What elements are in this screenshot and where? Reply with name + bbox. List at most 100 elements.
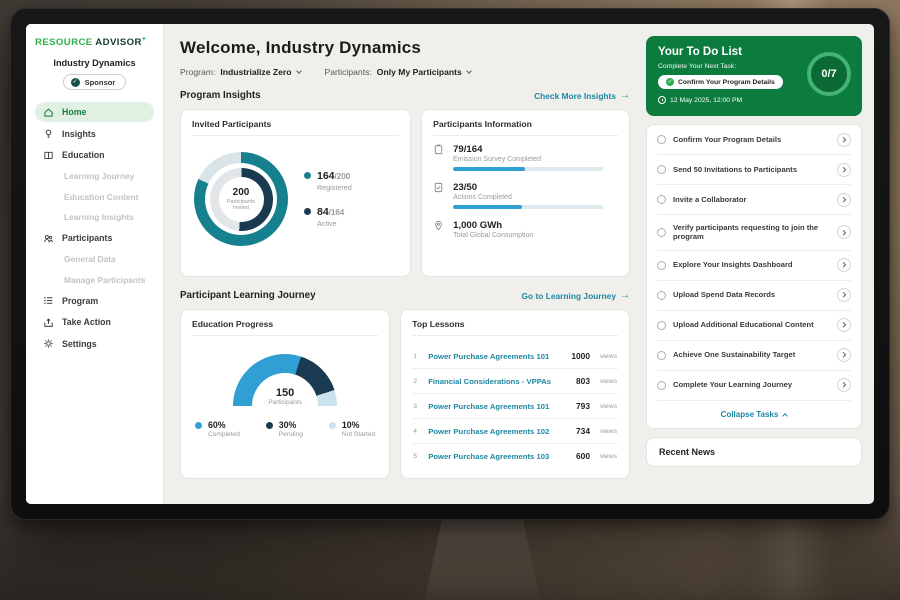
task-checkbox[interactable] — [657, 381, 666, 390]
recent-news-card: Recent News — [646, 437, 862, 467]
chevron-right-icon[interactable] — [837, 378, 851, 392]
lesson-link[interactable]: Power Purchase Agreements 101 — [428, 352, 564, 361]
arrow-right-icon — [620, 90, 630, 101]
info-row-consumption: 1,000 GWh Total Global Consumption — [433, 220, 618, 239]
top-lessons-card: Top Lessons 1 Power Purchase Agreements … — [400, 309, 630, 479]
participants-filter-label: Participants: — [325, 67, 372, 77]
task-checkbox[interactable] — [657, 195, 666, 204]
actions-progress-bar — [453, 205, 603, 209]
task-checkbox[interactable] — [657, 351, 666, 360]
sponsor-badge[interactable]: Sponsor — [63, 74, 127, 90]
chevron-right-icon[interactable] — [837, 225, 851, 239]
education-gauge-chart: 150 Participants — [233, 354, 337, 406]
chevron-right-icon[interactable] — [837, 163, 851, 177]
sponsor-icon — [71, 78, 80, 87]
clock-icon — [658, 96, 666, 104]
program-insights-cards: Invited Participants 200 Participants In… — [180, 109, 630, 277]
gear-icon — [43, 338, 54, 349]
sidebar-item-insights[interactable]: Insights — [35, 124, 154, 144]
task-checkbox[interactable] — [657, 291, 666, 300]
next-task-datetime: 12 May 2025, 12:00 PM — [658, 96, 850, 104]
lesson-link[interactable]: Power Purchase Agreements 102 — [428, 427, 569, 436]
chevron-right-icon[interactable] — [837, 193, 851, 207]
task-row[interactable]: Invite a Collaborator — [657, 185, 851, 215]
card-title: Top Lessons — [412, 319, 618, 336]
participants-filter-dropdown[interactable]: Participants: Only My Participants — [325, 67, 471, 77]
sidebar-item-learning-insights[interactable]: Learning Insights — [35, 208, 154, 227]
legend-dot-completed — [195, 422, 202, 429]
chevron-right-icon[interactable] — [837, 288, 851, 302]
task-row[interactable]: Upload Additional Educational Content — [657, 311, 851, 341]
task-row[interactable]: Upload Spend Data Records — [657, 281, 851, 311]
next-task-pill[interactable]: Confirm Your Program Details — [658, 75, 783, 89]
filters-row: Program: Industrialize Zero Participants… — [180, 67, 630, 77]
lesson-row: 3 Power Purchase Agreements 101 793views — [412, 394, 618, 419]
education-gauge-center: 150 Participants — [233, 387, 337, 406]
task-row[interactable]: Complete Your Learning Journey — [657, 371, 851, 401]
lesson-link[interactable]: Power Purchase Agreements 101 — [428, 402, 569, 411]
participants-information-card: Participants Information 79/164 Emission… — [421, 109, 630, 277]
chevron-right-icon[interactable] — [837, 133, 851, 147]
app-logo: RESOURCE ADVISOR+ — [35, 36, 154, 48]
task-checkbox[interactable] — [657, 165, 666, 174]
todo-progress-ring: 0/7 — [807, 52, 851, 96]
task-list: Confirm Your Program Details Send 50 Inv… — [646, 124, 862, 429]
lesson-link[interactable]: Financial Considerations - VPPAs — [428, 377, 569, 386]
invited-participants-card: Invited Participants 200 Participants In… — [180, 109, 411, 277]
todo-card: Your To Do List Complete Your Next Task:… — [646, 36, 862, 116]
legend-registered: 164/200 Registered — [304, 170, 352, 192]
sidebar-item-participants[interactable]: Participants — [35, 228, 154, 248]
program-filter-label: Program: — [180, 67, 215, 77]
task-row[interactable]: Send 50 Invitations to Participants — [657, 155, 851, 185]
card-title: Participants Information — [433, 119, 618, 136]
chevron-right-icon[interactable] — [837, 348, 851, 362]
sidebar-item-manage-participants[interactable]: Manage Participants — [35, 270, 154, 289]
task-checkbox[interactable] — [657, 321, 666, 330]
actions-icon — [433, 182, 444, 193]
program-filter-value: Industrialize Zero — [220, 67, 291, 77]
go-to-learning-journey-link[interactable]: Go to Learning Journey — [522, 290, 630, 301]
arrow-right-icon — [620, 290, 630, 301]
logo-advisor: ADVISOR — [95, 37, 142, 48]
task-row[interactable]: Achieve One Sustainability Target — [657, 341, 851, 371]
monitor-bezel: RESOURCE ADVISOR+ Industry Dynamics Spon… — [10, 8, 890, 520]
task-row[interactable]: Explore Your Insights Dashboard — [657, 251, 851, 281]
lesson-link[interactable]: Power Purchase Agreements 103 — [428, 452, 569, 461]
task-checkbox[interactable] — [657, 135, 666, 144]
lesson-row: 4 Power Purchase Agreements 102 734views — [412, 419, 618, 444]
chevron-right-icon[interactable] — [837, 318, 851, 332]
collapse-tasks-button[interactable]: Collapse Tasks — [657, 401, 851, 428]
task-checkbox[interactable] — [657, 261, 666, 270]
sidebar-item-education[interactable]: Education — [35, 145, 154, 165]
education-progress-card: Education Progress 150 Participants — [180, 309, 390, 479]
sidebar-item-home[interactable]: Home — [35, 102, 154, 122]
task-row[interactable]: Confirm Your Program Details — [657, 125, 851, 155]
dashboard-screen: RESOURCE ADVISOR+ Industry Dynamics Spon… — [26, 24, 874, 504]
chevron-right-icon[interactable] — [837, 258, 851, 272]
legend-pending: 30% Pending — [266, 420, 303, 438]
sidebar-item-take-action[interactable]: Take Action — [35, 312, 154, 332]
task-checkbox[interactable] — [657, 228, 666, 237]
sidebar-item-settings[interactable]: Settings — [35, 334, 154, 354]
learning-journey-cards: Education Progress 150 Participants — [180, 309, 630, 479]
invited-donut-center: 200 Participants Invited — [219, 177, 264, 222]
lightbulb-icon — [43, 128, 54, 139]
sidebar-item-education-content[interactable]: Education Content — [35, 187, 154, 206]
lesson-row: 5 Power Purchase Agreements 103 600views — [412, 444, 618, 468]
lesson-row: 2 Financial Considerations - VPPAs 803vi… — [412, 369, 618, 394]
task-row[interactable]: Verify participants requesting to join t… — [657, 215, 851, 251]
lesson-row: 1 Power Purchase Agreements 101 1000view… — [412, 344, 618, 369]
sidebar: RESOURCE ADVISOR+ Industry Dynamics Spon… — [26, 24, 164, 504]
education-legend: 60% Completed 30% Pending — [192, 420, 378, 438]
check-more-insights-link[interactable]: Check More Insights — [534, 90, 630, 101]
consumption-pin-icon — [433, 220, 444, 231]
sidebar-nav: Home Insights Education Learning Journey — [35, 102, 154, 355]
sidebar-item-program[interactable]: Program — [35, 291, 154, 311]
org-name: Industry Dynamics — [35, 58, 154, 68]
sidebar-item-learning-journey[interactable]: Learning Journey — [35, 167, 154, 186]
legend-not-started: 10% Not Started — [329, 420, 375, 438]
page-title: Welcome, Industry Dynamics — [180, 38, 630, 58]
program-filter-dropdown[interactable]: Program: Industrialize Zero — [180, 67, 301, 77]
sidebar-item-general-data[interactable]: General Data — [35, 250, 154, 269]
legend-dot-not-started — [329, 422, 336, 429]
